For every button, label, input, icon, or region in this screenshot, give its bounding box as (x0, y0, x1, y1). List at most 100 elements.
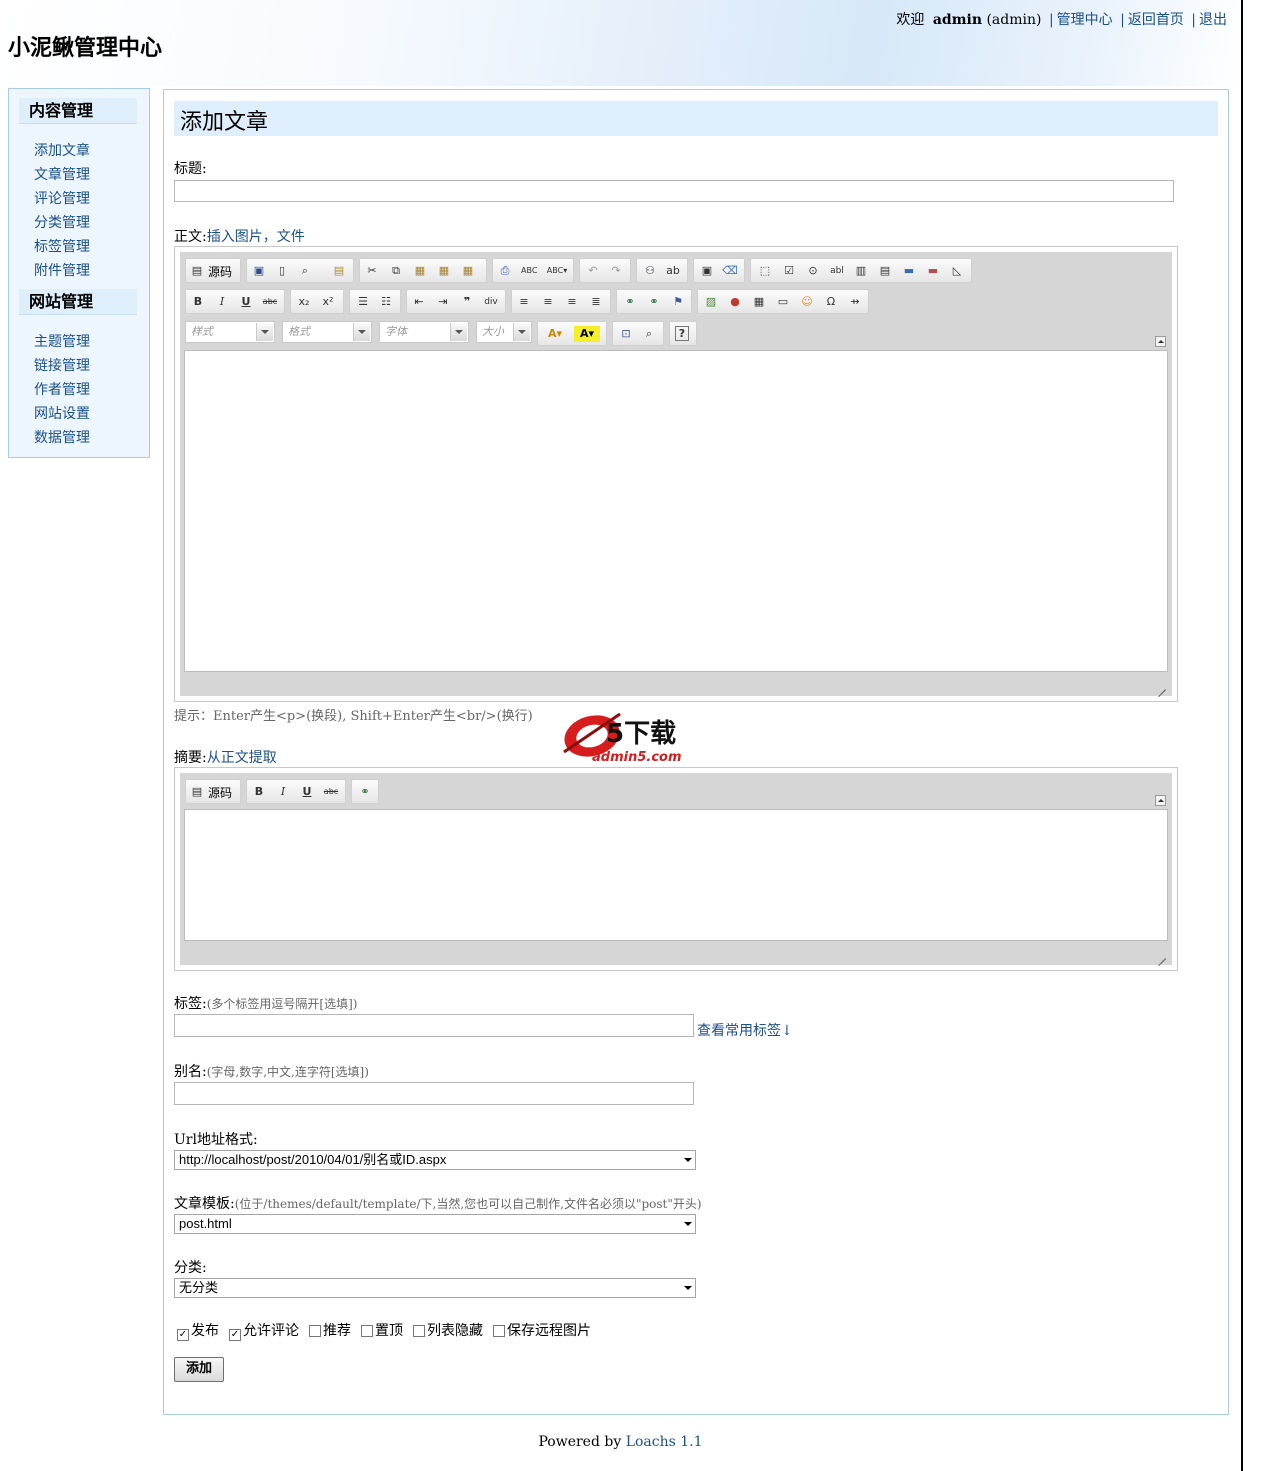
align-left-icon[interactable]: ≡ (516, 294, 532, 310)
size-combo[interactable]: 大小 (476, 321, 532, 343)
common-tags-link[interactable]: 查看常用标签↓ (697, 1020, 793, 1040)
sidebar-item-categories[interactable]: 分类管理 (34, 212, 90, 232)
sidebar-item-themes[interactable]: 主题管理 (34, 331, 90, 351)
maximize-icon[interactable]: ⊡ (618, 326, 634, 342)
alias-input[interactable] (174, 1082, 694, 1105)
div-container-icon[interactable]: div (483, 294, 499, 310)
sidebar-item-settings[interactable]: 网站设置 (34, 403, 90, 423)
italic-icon[interactable]: I (275, 784, 291, 800)
align-justify-icon[interactable]: ≣ (588, 294, 604, 310)
align-center-icon[interactable]: ≡ (540, 294, 556, 310)
source-icon[interactable]: ▤ (189, 263, 205, 279)
italic-icon[interactable]: I (214, 294, 230, 310)
font-combo[interactable]: 字体 (379, 321, 469, 343)
copy-icon[interactable]: ⧉ (388, 263, 404, 279)
indent-icon[interactable]: ⇥ (435, 294, 451, 310)
style-combo[interactable]: 样式 (185, 321, 275, 343)
checkbox-icon[interactable] (309, 1325, 321, 1337)
flash-icon[interactable]: ● (727, 294, 743, 310)
admin-center-link[interactable]: 管理中心 (1057, 12, 1113, 28)
source-button-label[interactable]: 源码 (208, 263, 232, 280)
image-button-icon[interactable]: ▬ (925, 263, 941, 279)
strikethrough-icon[interactable]: abc (262, 294, 278, 310)
text-color-icon[interactable]: A▾ (542, 326, 568, 342)
chevron-down-icon[interactable] (450, 323, 467, 341)
link-icon[interactable]: ⚭ (357, 784, 373, 800)
insert-media-link[interactable]: 插入图片，文件 (207, 229, 305, 245)
sidebar-item-data[interactable]: 数据管理 (34, 427, 90, 447)
chevron-down-icon[interactable] (256, 323, 273, 341)
remove-format-icon[interactable]: ⌫ (722, 263, 738, 279)
option-hide-in-list[interactable]: 列表隐藏 (413, 1320, 483, 1340)
title-input[interactable] (174, 180, 1174, 202)
checkbox-icon[interactable] (493, 1325, 505, 1337)
page-break-icon[interactable]: ⇸ (847, 294, 863, 310)
category-select[interactable]: 无分类 (174, 1278, 696, 1298)
help-icon[interactable]: ? (675, 326, 689, 341)
find-icon[interactable]: ⚇ (642, 263, 658, 279)
smiley-icon[interactable]: ☺ (799, 294, 815, 310)
sidebar-item-comments[interactable]: 评论管理 (34, 188, 90, 208)
print-icon[interactable]: ⎙ (497, 263, 513, 279)
add-button[interactable]: 添加 (174, 1357, 224, 1382)
option-save-remote-images[interactable]: 保存远程图片 (493, 1320, 591, 1340)
form-icon[interactable]: ⬚ (757, 263, 773, 279)
textarea-icon[interactable]: ▥ (853, 263, 869, 279)
chevron-down-icon[interactable] (513, 323, 530, 341)
hidden-field-icon[interactable]: ◺ (949, 263, 965, 279)
summary-editor-content[interactable] (184, 809, 1168, 941)
spellcheck-as-you-type-icon[interactable]: ABC▾ (545, 263, 569, 279)
bulleted-list-icon[interactable]: ☷ (378, 294, 394, 310)
underline-icon[interactable]: U (299, 784, 315, 800)
sidebar-item-attachments[interactable]: 附件管理 (34, 260, 90, 280)
home-link[interactable]: 返回首页 (1128, 12, 1184, 28)
footer-link[interactable]: Loachs 1.1 (626, 1434, 703, 1450)
sidebar-item-authors[interactable]: 作者管理 (34, 379, 90, 399)
templates-icon[interactable]: ▤ (331, 263, 347, 279)
checkbox-icon[interactable]: ☑ (781, 263, 797, 279)
bold-icon[interactable]: B (251, 784, 267, 800)
spellcheck-icon[interactable]: ABC (521, 263, 537, 279)
align-right-icon[interactable]: ≡ (564, 294, 580, 310)
tags-input[interactable] (174, 1014, 694, 1037)
paste-text-icon[interactable]: ▦ (436, 263, 452, 279)
unlink-icon[interactable]: ⚭ (646, 294, 662, 310)
horizontal-rule-icon[interactable]: ▭ (775, 294, 791, 310)
option-sticky[interactable]: 置顶 (361, 1320, 403, 1340)
table-icon[interactable]: ▦ (751, 294, 767, 310)
show-blocks-icon[interactable]: ⌕ (641, 326, 657, 342)
option-publish[interactable]: ✓ 发布 (177, 1320, 219, 1341)
toolbar-collapse-icon[interactable] (1155, 336, 1166, 347)
checkbox-icon[interactable] (361, 1325, 373, 1337)
sidebar-item-add-post[interactable]: 添加文章 (34, 140, 90, 160)
body-editor-content[interactable] (184, 350, 1168, 672)
source-icon[interactable]: ▤ (189, 784, 205, 800)
toolbar-collapse-icon[interactable] (1155, 795, 1166, 806)
numbered-list-icon[interactable]: ☰ (355, 294, 371, 310)
sidebar-item-links[interactable]: 链接管理 (34, 355, 90, 375)
save-icon[interactable]: ▣ (251, 263, 267, 279)
underline-icon[interactable]: U (238, 294, 254, 310)
summary-source-label[interactable]: 源码 (208, 784, 232, 801)
sidebar-item-tags[interactable]: 标签管理 (34, 236, 90, 256)
format-combo[interactable]: 格式 (282, 321, 372, 343)
checkbox-icon[interactable] (413, 1325, 425, 1337)
special-char-icon[interactable]: Ω (823, 294, 839, 310)
subscript-icon[interactable]: x₂ (296, 294, 312, 310)
cut-icon[interactable]: ✂ (364, 263, 380, 279)
extract-summary-link[interactable]: 从正文提取 (207, 750, 277, 766)
button-field-icon[interactable]: ▬ (901, 263, 917, 279)
checkbox-checked-icon[interactable]: ✓ (177, 1329, 189, 1341)
select-all-icon[interactable]: ▣ (699, 263, 715, 279)
select-field-icon[interactable]: ▤ (877, 263, 893, 279)
anchor-icon[interactable]: ⚑ (670, 294, 686, 310)
resize-handle-icon[interactable] (1155, 948, 1167, 960)
resize-handle-icon[interactable] (1155, 679, 1167, 691)
paste-icon[interactable]: ▦ (412, 263, 428, 279)
sidebar-item-posts[interactable]: 文章管理 (34, 164, 90, 184)
image-icon[interactable]: ▨ (703, 294, 719, 310)
url-format-select[interactable]: http://localhost/post/2010/04/01/别名或ID.a… (174, 1150, 696, 1170)
new-page-icon[interactable]: ▯ (274, 263, 290, 279)
outdent-icon[interactable]: ⇤ (411, 294, 427, 310)
background-color-icon[interactable]: A▾ (574, 326, 600, 342)
